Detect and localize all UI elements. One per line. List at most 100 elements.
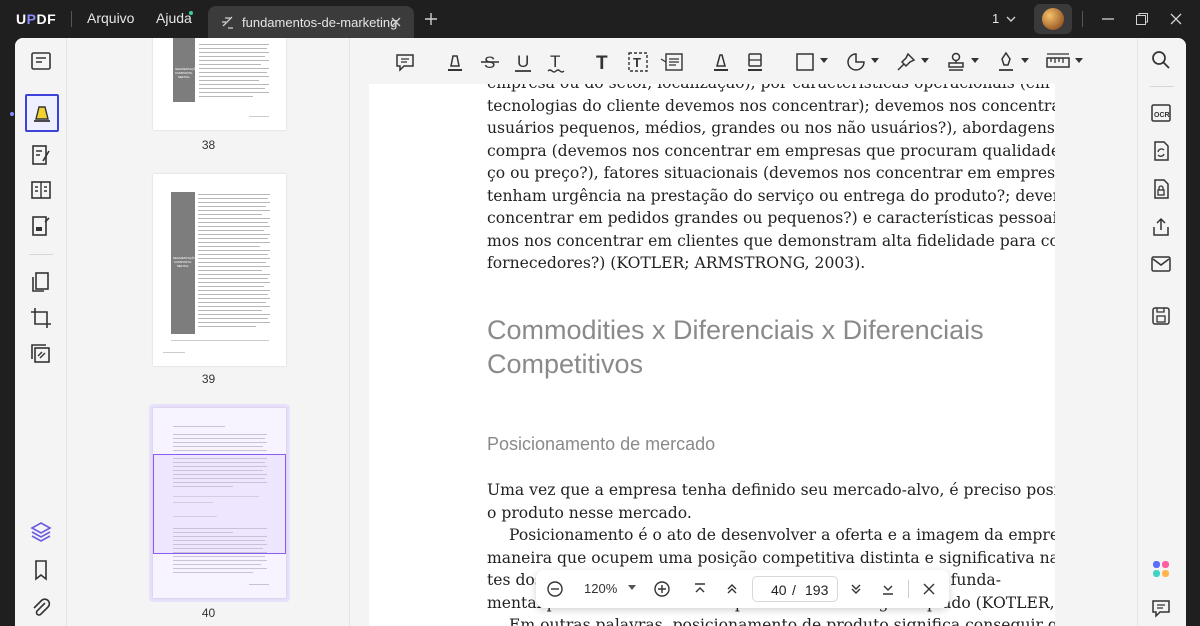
pdf-page: empresa ou do setor, localização), por c… [369,84,1055,626]
eraser-icon[interactable] [744,51,766,73]
zoom-in-icon[interactable] [653,580,671,598]
convert-icon[interactable] [1150,140,1172,162]
minimize-icon[interactable] [1100,11,1116,27]
thumbnail-label-39: 39 [201,372,216,386]
previous-page-icon[interactable] [723,580,741,598]
main-frame: SEGMENTAÇÃO COMPORTA- MENTAL 38 SEGMENTA… [15,38,1186,626]
text-line: Posicionamento é o ato de desenvolver a … [509,526,1055,544]
reader-mode-icon[interactable] [29,49,53,73]
pencil-icon[interactable] [710,51,732,73]
text-line: fornecedores?) (KOTLER; ARMSTRONG, 2003)… [487,254,866,272]
restore-icon[interactable] [1134,11,1150,27]
document-area: S U T T T empresa ou do setor, localizaç… [351,38,1137,626]
thumbnail-viewport-indicator[interactable] [153,454,286,554]
save-icon[interactable] [1150,305,1172,327]
protect-icon[interactable] [1150,178,1172,200]
ocr-icon[interactable]: OCR [1150,102,1172,124]
form-icon[interactable] [29,214,53,238]
shape-icon[interactable] [794,51,816,73]
strikethrough-icon[interactable]: S [479,51,501,73]
annotation-toolbar: S U T T T [351,38,1137,84]
edit-pdf-icon[interactable] [29,143,53,167]
text-line: tecnologias do cliente devemos nos conce… [487,96,1055,115]
document-tab[interactable]: fundamentos-de-marketing [208,6,414,38]
first-page-icon[interactable] [691,580,709,598]
last-page-icon[interactable] [879,580,897,598]
close-window-icon[interactable] [1168,11,1184,27]
signature-icon[interactable] [995,51,1017,73]
text-callout-icon[interactable] [660,51,684,73]
thumbnail-page-39[interactable]: SEGMENTAÇÃO COMPORTA- MENTAL [153,174,286,366]
squiggly-icon[interactable]: T [545,51,567,73]
close-navbar-icon[interactable] [920,580,938,598]
svg-text:OCR: OCR [1154,112,1170,119]
window-count[interactable]: 1 [992,11,999,26]
pin-icon[interactable] [895,51,917,73]
search-icon[interactable] [1150,49,1172,71]
chat-icon[interactable] [1150,597,1172,619]
close-tab-icon[interactable] [388,14,404,30]
signature-dropdown-icon[interactable] [1021,58,1029,64]
next-page-icon[interactable] [847,580,865,598]
text-line: empresa ou do setor, localização), por c… [487,84,1055,95]
zoom-level[interactable]: 120% [584,581,617,596]
comment-mode-icon[interactable] [30,101,54,125]
measure-icon[interactable] [1045,51,1071,73]
stamp-dropdown-icon[interactable] [971,58,979,64]
chevron-down-icon[interactable] [1005,13,1017,25]
sticker-icon[interactable] [845,51,867,73]
text-line: compra (devemos nos concentrar em empres… [487,141,1055,160]
pin-dropdown-icon[interactable] [921,58,929,64]
paragraph-1: empresa ou do setor, localização), por c… [487,84,1055,275]
measure-dropdown-icon[interactable] [1075,58,1083,64]
svg-text:T: T [633,55,641,70]
textbox-icon[interactable]: T [627,51,649,73]
attachment-icon[interactable] [29,596,53,620]
underline-icon[interactable]: U [512,51,534,73]
ai-assistant-icon[interactable] [1150,558,1172,580]
text-icon[interactable]: T [592,51,614,73]
shape-dropdown-icon[interactable] [820,58,828,64]
zoom-dropdown-icon[interactable] [628,585,636,591]
app-logo: UPDF [16,11,57,27]
avatar[interactable] [1042,8,1064,30]
current-page[interactable]: 40 [771,582,787,598]
right-toolbar: OCR [1137,38,1186,626]
text-line: usuários pequenos, médios, grandes ou no… [487,119,1055,137]
notification-dot [10,112,14,116]
email-icon[interactable] [1150,253,1172,275]
batch-icon[interactable] [29,342,53,366]
crop-icon[interactable] [29,306,53,330]
sticker-dropdown-icon[interactable] [871,58,879,64]
page-number-field[interactable]: 40 / 193 [752,576,838,602]
page-separator: / [792,582,796,598]
share-icon[interactable] [1150,216,1172,238]
text-line: concentrar em pedidos grandes ou pequeno… [487,209,1055,227]
thumbnail-page-38[interactable]: SEGMENTAÇÃO COMPORTA- MENTAL [153,38,286,130]
thumbnail-sidebar-block: SEGMENTAÇÃO COMPORTA- MENTAL [173,38,198,102]
bookmark-icon[interactable] [29,558,53,582]
thumbnail-label-40: 40 [201,606,216,620]
page-tools-icon[interactable] [29,178,53,202]
highlight-icon[interactable] [444,51,466,73]
title-separator [71,11,72,27]
menu-ajuda[interactable]: Ajuda [156,10,192,26]
comment-icon[interactable] [394,51,416,73]
document-tab-icon [222,16,233,29]
document-tab-title: fundamentos-de-marketing [242,15,398,30]
navbar-separator [908,580,909,598]
text-fragment: tes dos [487,571,543,589]
left-toolbar [15,38,67,626]
stamp-icon[interactable] [945,51,967,73]
new-tab-icon[interactable] [424,12,438,26]
title-bar: UPDF Arquivo Ajuda fundamentos-de-market… [0,0,1200,38]
thumbnail-page-40[interactable] [153,408,286,598]
thumbnail-label-38: 38 [201,138,216,152]
organize-pages-icon[interactable] [29,270,53,294]
left-toolbar-separator [29,254,53,255]
layers-icon[interactable] [29,520,53,544]
menu-arquivo[interactable]: Arquivo [87,10,134,26]
zoom-out-icon[interactable] [546,580,564,598]
section-heading: Commodities x Diferenciais x Diferenciai… [487,313,984,381]
page-navigation-bar: 120% 40 / 193 [536,570,949,608]
